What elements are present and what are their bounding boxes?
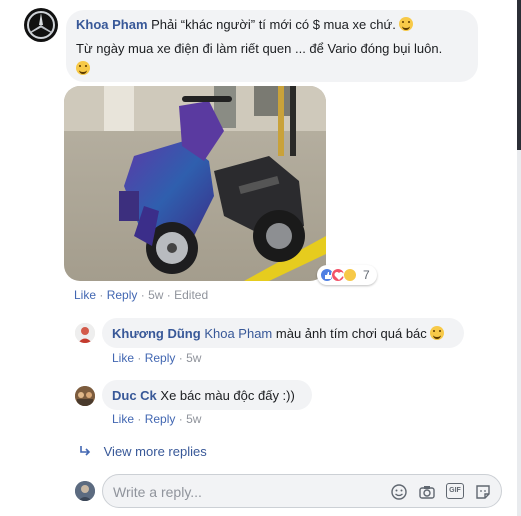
reply-link[interactable]: Reply xyxy=(107,288,138,302)
comment-text-line-1: Phải “khác người” tí mới có $ mua xe chứ… xyxy=(151,17,396,32)
view-more-replies-label[interactable]: View more replies xyxy=(104,444,207,459)
separator: · xyxy=(137,351,142,365)
separator: · xyxy=(140,288,145,302)
reply-author-name[interactable]: Duc Ck xyxy=(112,388,157,403)
comment-text-line-2: Từ ngày mua xe điện đi làm riết quen ...… xyxy=(76,41,443,56)
comment-author-name[interactable]: Khoa Pham xyxy=(76,17,148,32)
timestamp[interactable]: 5w xyxy=(186,412,201,426)
haha-reaction-icon xyxy=(343,268,357,282)
reply-actions: Like · Reply · 5w xyxy=(112,412,201,426)
camera-icon[interactable] xyxy=(418,483,436,504)
gif-icon[interactable]: GIF xyxy=(446,483,464,499)
person-photo-icon xyxy=(75,323,95,343)
separator: · xyxy=(178,351,183,365)
reactions-summary[interactable]: 7 xyxy=(317,265,377,285)
reply-link[interactable]: Reply xyxy=(145,412,176,426)
view-more-replies[interactable]: View more replies xyxy=(78,444,207,459)
reply-text: màu ảnh tím chơi quá bác xyxy=(275,326,427,341)
khuong-dung-avatar[interactable] xyxy=(75,323,95,343)
rofl-emoji-icon xyxy=(76,61,90,75)
timestamp[interactable]: 5w xyxy=(148,288,163,302)
reply-input-box[interactable]: Write a reply... GIF xyxy=(102,474,502,508)
side-panel-edge xyxy=(517,0,521,516)
separator: · xyxy=(99,288,104,302)
emoji-picker-icon[interactable] xyxy=(390,483,408,504)
reply-text: Xe bác màu độc đấy :)) xyxy=(160,388,295,403)
reply-arrow-icon xyxy=(80,446,91,456)
reply-input-placeholder: Write a reply... xyxy=(113,484,202,500)
separator: · xyxy=(178,412,183,426)
like-link[interactable]: Like xyxy=(112,351,134,365)
reply-line: Duc Ck Xe bác màu độc đấy :)) xyxy=(112,388,295,403)
duc-ck-avatar[interactable] xyxy=(75,386,95,406)
comment-photo[interactable] xyxy=(64,86,326,281)
timestamp[interactable]: 5w xyxy=(186,351,201,365)
reaction-count: 7 xyxy=(363,268,370,282)
user-photo-icon xyxy=(75,481,95,501)
comment-line-1: Khoa Pham Phải “khác người” tí mới có $ … xyxy=(76,17,474,35)
mention-link[interactable]: Khoa Pham xyxy=(204,326,272,341)
sticker-icon[interactable] xyxy=(474,483,492,504)
edited-label[interactable]: Edited xyxy=(174,288,208,302)
group-photo-icon xyxy=(75,386,95,406)
separator: · xyxy=(137,412,142,426)
khoa-pham-avatar[interactable] xyxy=(24,8,58,42)
comment-line-3 xyxy=(76,61,90,76)
like-link[interactable]: Like xyxy=(112,412,134,426)
reply-actions: Like · Reply · 5w xyxy=(112,351,201,365)
smile-emoji-icon xyxy=(430,326,445,340)
reply-author-name[interactable]: Khương Dũng xyxy=(112,326,201,341)
scooter-photo-illustration xyxy=(64,86,326,281)
reply-link[interactable]: Reply xyxy=(145,351,176,365)
like-link[interactable]: Like xyxy=(74,288,96,302)
current-user-avatar xyxy=(75,481,95,501)
three-pointed-star-logo xyxy=(27,11,55,39)
separator: · xyxy=(166,288,171,302)
comment-actions: Like · Reply · 5w · Edited xyxy=(74,288,208,302)
reply-line: Khương Dũng Khoa Pham màu ảnh tím chơi q… xyxy=(112,326,445,341)
rofl-emoji-icon xyxy=(399,17,414,31)
